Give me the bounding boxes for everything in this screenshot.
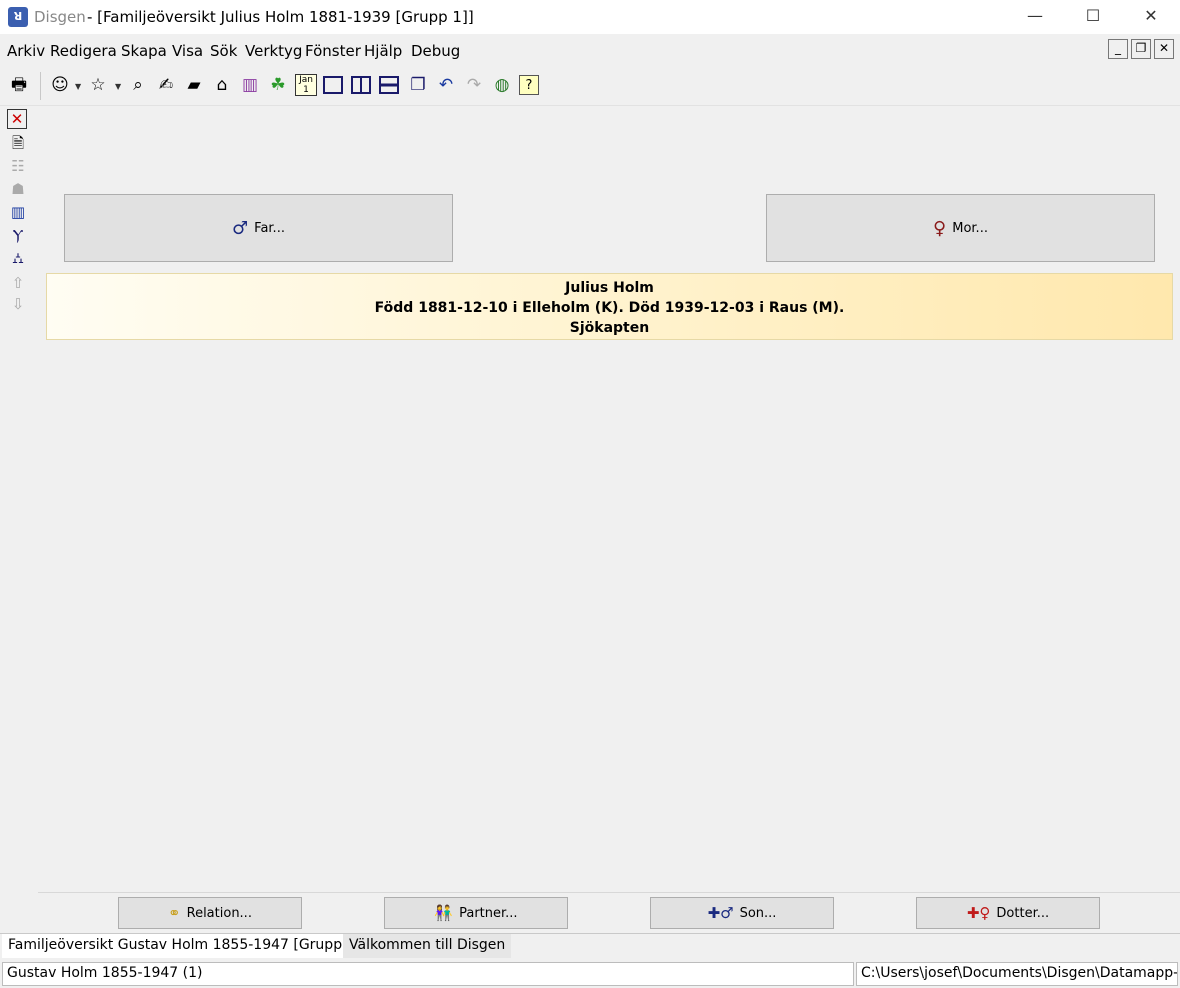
help-icon[interactable]: ? <box>519 75 539 95</box>
delete-person-icon[interactable]: ✕ <box>7 109 27 129</box>
tab-familjeoversikt[interactable]: Familjeöversikt Gustav Holm 1855-1947 [G… <box>2 934 367 958</box>
title-bar: ꓤ Disgen - [Familjeöversikt Julius Holm … <box>0 0 1180 34</box>
relation-button[interactable]: ⚭ Relation... <box>118 897 302 929</box>
mother-button-label: Mor... <box>952 220 988 236</box>
female-figure-icon: ♀ <box>933 217 947 239</box>
person-occupation: Sjökapten <box>569 320 650 336</box>
person-face-icon[interactable]: ☺ <box>49 74 71 96</box>
menu-sok[interactable]: Sök <box>210 42 237 60</box>
tree-icon[interactable]: ☷ <box>7 155 29 177</box>
son-button-label: Son... <box>739 905 777 921</box>
couple-icon: 👫 <box>434 904 454 922</box>
mdi-minimize-button[interactable]: _ <box>1108 39 1128 59</box>
toolbar <box>0 68 1180 106</box>
mother-button[interactable]: ♀ Mor... <box>766 194 1155 262</box>
redo-icon[interactable]: ↷ <box>463 74 485 96</box>
rings-icon: ⚭ <box>168 904 181 922</box>
mdi-close-button[interactable]: ✕ <box>1154 39 1174 59</box>
person-name: Julius Holm <box>565 280 654 296</box>
person-details: Född 1881-12-10 i Elleholm (K). Död 1939… <box>374 300 845 316</box>
tab-valkommen[interactable]: Välkommen till Disgen <box>343 934 512 958</box>
father-button-label: Far... <box>254 220 285 236</box>
window-single-icon[interactable] <box>323 76 343 94</box>
descendants-icon[interactable]: Ⲩ <box>7 224 29 246</box>
close-button[interactable]: ✕ <box>1122 0 1180 34</box>
person-card[interactable]: Julius Holm Född 1881-12-10 i Elleholm (… <box>46 273 1173 340</box>
window-title: - [Familjeöversikt Julius Holm 1881-1939… <box>87 8 474 26</box>
menu-visa[interactable]: Visa <box>172 42 203 60</box>
printer-icon[interactable]: 🖶 <box>8 74 30 96</box>
menu-hjalp[interactable]: Hjälp <box>364 42 402 60</box>
menu-debug[interactable]: Debug <box>411 42 460 60</box>
menu-redigera[interactable]: Redigera <box>50 42 117 60</box>
window-cascade-icon[interactable]: ❐ <box>407 74 429 96</box>
chevron-down-icon[interactable]: ▼ <box>75 82 81 91</box>
father-button[interactable]: ♂ Far... <box>64 194 453 262</box>
undo-icon[interactable]: ↶ <box>435 74 457 96</box>
books-icon[interactable]: ▥ <box>239 74 261 96</box>
window-split-horizontal-icon[interactable] <box>379 76 399 94</box>
male-figure-icon: ♂ <box>232 217 249 239</box>
family-group-icon[interactable]: ☗ <box>7 178 29 200</box>
move-up-icon[interactable]: ⇧ <box>7 272 29 294</box>
menu-fonster[interactable]: Fönster <box>305 42 361 60</box>
app-name: Disgen <box>34 8 86 26</box>
home-icon[interactable]: ⌂ <box>211 74 233 96</box>
mdi-restore-button[interactable]: ❐ <box>1131 39 1151 59</box>
partner-button-label: Partner... <box>459 905 518 921</box>
add-daughter-icon: ✚♀ <box>966 904 991 922</box>
status-current-person: Gustav Holm 1855-1947 (1) <box>2 962 854 986</box>
document-icon[interactable]: 🗎 <box>7 132 29 154</box>
map-icon[interactable]: ☘ <box>267 74 289 96</box>
partner-button[interactable]: 👫 Partner... <box>384 897 568 929</box>
globe-icon[interactable]: ◍ <box>491 74 513 96</box>
app-icon: ꓤ <box>8 7 28 27</box>
book-icon[interactable]: ▰ <box>183 74 205 96</box>
minimize-button[interactable]: — <box>1006 0 1064 34</box>
columns-icon[interactable]: ▥ <box>7 201 29 223</box>
menu-arkiv[interactable]: Arkiv <box>7 42 45 60</box>
binoculars-icon[interactable]: ⌕ <box>127 74 149 96</box>
relation-button-label: Relation... <box>186 905 252 921</box>
add-son-icon: ✚♂ <box>707 904 734 922</box>
menu-skapa[interactable]: Skapa <box>121 42 167 60</box>
ancestors-icon[interactable]: ⛼ <box>7 247 29 269</box>
daughter-button[interactable]: ✚♀ Dotter... <box>916 897 1100 929</box>
menu-bar: Arkiv Redigera Skapa Visa Sök Verktyg Fö… <box>0 36 1180 66</box>
daughter-button-label: Dotter... <box>996 905 1050 921</box>
move-down-icon[interactable]: ⇩ <box>7 293 29 315</box>
maximize-button[interactable]: ☐ <box>1064 0 1122 34</box>
calendar-icon[interactable]: Jan 1 <box>295 74 317 96</box>
chevron-down-icon[interactable]: ▼ <box>115 82 121 91</box>
menu-verktyg[interactable]: Verktyg <box>245 42 302 60</box>
status-data-path: C:\Users\josef\Documents\Disgen\Datamapp… <box>856 962 1178 986</box>
window-split-vertical-icon[interactable] <box>351 76 371 94</box>
star-person-icon[interactable]: ☆ <box>87 74 109 96</box>
toolbar-separator <box>40 72 41 100</box>
son-button[interactable]: ✚♂ Son... <box>650 897 834 929</box>
edit-hand-icon[interactable]: ✍ <box>155 74 177 96</box>
